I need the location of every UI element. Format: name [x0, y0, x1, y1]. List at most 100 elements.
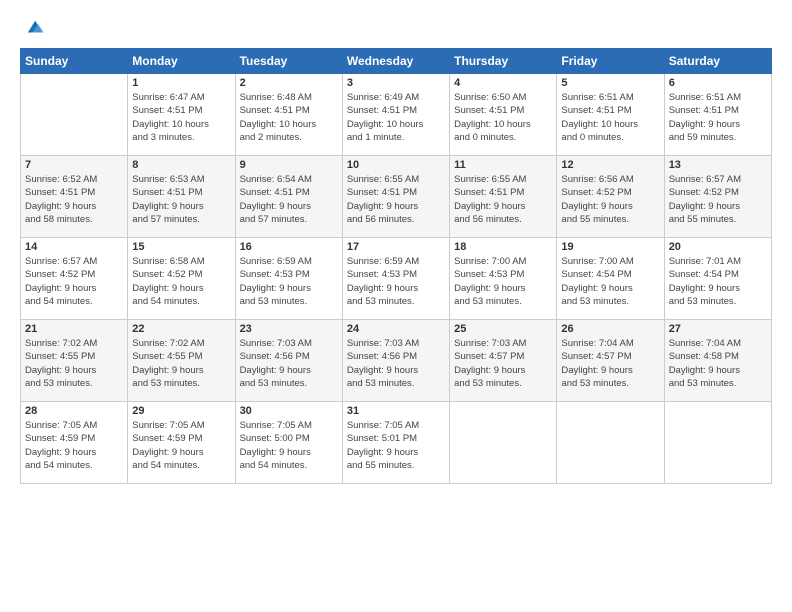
day-number: 7 — [25, 159, 123, 171]
day-info: Sunrise: 6:51 AM Sunset: 4:51 PM Dayligh… — [669, 91, 767, 144]
calendar-cell: 9 Sunrise: 6:54 AM Sunset: 4:51 PM Daylig… — [235, 156, 342, 238]
day-number: 24 — [347, 323, 445, 335]
calendar-header-row: SundayMondayTuesdayWednesdayThursdayFrid… — [21, 49, 772, 74]
day-number: 15 — [132, 241, 230, 253]
calendar-table: SundayMondayTuesdayWednesdayThursdayFrid… — [20, 48, 772, 484]
calendar-cell: 23 Sunrise: 7:03 AM Sunset: 4:56 PM Dayli… — [235, 320, 342, 402]
day-info: Sunrise: 7:05 AM Sunset: 4:59 PM Dayligh… — [132, 419, 230, 472]
calendar-cell: 10 Sunrise: 6:55 AM Sunset: 4:51 PM Dayli… — [342, 156, 449, 238]
day-info: Sunrise: 6:57 AM Sunset: 4:52 PM Dayligh… — [669, 173, 767, 226]
day-number: 28 — [25, 405, 123, 417]
calendar-header-cell-tuesday: Tuesday — [235, 49, 342, 74]
calendar-cell: 28Sunrise: 7:05 AM Sunset: 4:59 PM Dayli… — [21, 402, 128, 484]
calendar-week-row: 21 Sunrise: 7:02 AM Sunset: 4:55 PM Dayli… — [21, 320, 772, 402]
page: SundayMondayTuesdayWednesdayThursdayFrid… — [0, 0, 792, 612]
calendar-cell: 1Sunrise: 6:47 AM Sunset: 4:51 PM Daylig… — [128, 74, 235, 156]
day-info: Sunrise: 7:04 AM Sunset: 4:58 PM Dayligh… — [669, 337, 767, 390]
calendar-week-row: 28 Sunrise: 7:05 AM Sunset: 4:59 PM Dayli… — [21, 402, 772, 484]
day-number: 31 — [347, 405, 445, 417]
day-info: Sunrise: 6:56 AM Sunset: 4:52 PM Dayligh… — [561, 173, 659, 226]
logo — [20, 18, 44, 38]
calendar-cell: 30 Sunrise: 7:05 AM Sunset: 5:00 PM Dayli… — [235, 402, 342, 484]
day-info: Sunrise: 7:05 AM Sunset: 5:00 PM Dayligh… — [240, 419, 338, 472]
calendar-cell: 4 Sunrise: 6:50 AM Sunset: 4:51 PM Daylig… — [450, 74, 557, 156]
day-info: Sunrise: 7:04 AM Sunset: 4:57 PM Dayligh… — [561, 337, 659, 390]
day-info: Sunrise: 6:58 AM Sunset: 4:52 PM Dayligh… — [132, 255, 230, 308]
day-number: 2 — [240, 77, 338, 89]
day-info: Sunrise: 7:05 AM Sunset: 5:01 PM Dayligh… — [347, 419, 445, 472]
day-number: 25 — [454, 323, 552, 335]
calendar-cell: 27 Sunrise: 7:04 AM Sunset: 4:58 PM Dayli… — [664, 320, 771, 402]
day-number: 4 — [454, 77, 552, 89]
calendar-cell: 15 Sunrise: 6:58 AM Sunset: 4:52 PM Dayli… — [128, 238, 235, 320]
day-info: Sunrise: 7:02 AM Sunset: 4:55 PM Dayligh… — [132, 337, 230, 390]
day-info: Sunrise: 6:59 AM Sunset: 4:53 PM Dayligh… — [240, 255, 338, 308]
day-info: Sunrise: 7:00 AM Sunset: 4:53 PM Dayligh… — [454, 255, 552, 308]
day-number: 26 — [561, 323, 659, 335]
calendar-header-cell-sunday: Sunday — [21, 49, 128, 74]
calendar-cell: 22 Sunrise: 7:02 AM Sunset: 4:55 PM Dayli… — [128, 320, 235, 402]
day-info: Sunrise: 6:48 AM Sunset: 4:51 PM Dayligh… — [240, 91, 338, 144]
day-info: Sunrise: 6:57 AM Sunset: 4:52 PM Dayligh… — [25, 255, 123, 308]
day-number: 23 — [240, 323, 338, 335]
day-info: Sunrise: 6:54 AM Sunset: 4:51 PM Dayligh… — [240, 173, 338, 226]
calendar-week-row: 1Sunrise: 6:47 AM Sunset: 4:51 PM Daylig… — [21, 74, 772, 156]
calendar-week-row: 14 Sunrise: 6:57 AM Sunset: 4:52 PM Dayli… — [21, 238, 772, 320]
day-number: 8 — [132, 159, 230, 171]
calendar-header-cell-friday: Friday — [557, 49, 664, 74]
day-info: Sunrise: 7:02 AM Sunset: 4:55 PM Dayligh… — [25, 337, 123, 390]
day-number: 12 — [561, 159, 659, 171]
day-number: 13 — [669, 159, 767, 171]
day-info: Sunrise: 6:55 AM Sunset: 4:51 PM Dayligh… — [347, 173, 445, 226]
day-number: 21 — [25, 323, 123, 335]
calendar-cell — [557, 402, 664, 484]
day-number: 18 — [454, 241, 552, 253]
calendar-week-row: 7Sunrise: 6:52 AM Sunset: 4:51 PM Daylig… — [21, 156, 772, 238]
day-info: Sunrise: 6:53 AM Sunset: 4:51 PM Dayligh… — [132, 173, 230, 226]
calendar-cell: 2 Sunrise: 6:48 AM Sunset: 4:51 PM Daylig… — [235, 74, 342, 156]
day-number: 16 — [240, 241, 338, 253]
calendar-cell: 24Sunrise: 7:03 AM Sunset: 4:56 PM Dayli… — [342, 320, 449, 402]
calendar-cell — [21, 74, 128, 156]
calendar-cell: 8 Sunrise: 6:53 AM Sunset: 4:51 PM Daylig… — [128, 156, 235, 238]
calendar-header-cell-thursday: Thursday — [450, 49, 557, 74]
calendar-header-cell-monday: Monday — [128, 49, 235, 74]
calendar-cell: 11 Sunrise: 6:55 AM Sunset: 4:51 PM Dayli… — [450, 156, 557, 238]
calendar-cell: 26 Sunrise: 7:04 AM Sunset: 4:57 PM Dayli… — [557, 320, 664, 402]
calendar-cell: 6 Sunrise: 6:51 AM Sunset: 4:51 PM Daylig… — [664, 74, 771, 156]
calendar-cell: 20 Sunrise: 7:01 AM Sunset: 4:54 PM Dayli… — [664, 238, 771, 320]
day-number: 29 — [132, 405, 230, 417]
calendar-cell: 16 Sunrise: 6:59 AM Sunset: 4:53 PM Dayli… — [235, 238, 342, 320]
day-number: 27 — [669, 323, 767, 335]
logo-icon — [22, 16, 44, 38]
day-info: Sunrise: 6:59 AM Sunset: 4:53 PM Dayligh… — [347, 255, 445, 308]
day-number: 17 — [347, 241, 445, 253]
calendar-cell: 12 Sunrise: 6:56 AM Sunset: 4:52 PM Dayli… — [557, 156, 664, 238]
day-info: Sunrise: 6:49 AM Sunset: 4:51 PM Dayligh… — [347, 91, 445, 144]
calendar-cell: 18 Sunrise: 7:00 AM Sunset: 4:53 PM Dayli… — [450, 238, 557, 320]
calendar-cell: 14 Sunrise: 6:57 AM Sunset: 4:52 PM Dayli… — [21, 238, 128, 320]
day-number: 14 — [25, 241, 123, 253]
day-number: 20 — [669, 241, 767, 253]
day-info: Sunrise: 6:50 AM Sunset: 4:51 PM Dayligh… — [454, 91, 552, 144]
day-info: Sunrise: 7:01 AM Sunset: 4:54 PM Dayligh… — [669, 255, 767, 308]
calendar-cell: 3 Sunrise: 6:49 AM Sunset: 4:51 PM Daylig… — [342, 74, 449, 156]
calendar-cell: 5 Sunrise: 6:51 AM Sunset: 4:51 PM Daylig… — [557, 74, 664, 156]
day-info: Sunrise: 7:00 AM Sunset: 4:54 PM Dayligh… — [561, 255, 659, 308]
day-number: 10 — [347, 159, 445, 171]
calendar-header-cell-wednesday: Wednesday — [342, 49, 449, 74]
day-number: 6 — [669, 77, 767, 89]
day-number: 30 — [240, 405, 338, 417]
day-number: 11 — [454, 159, 552, 171]
day-number: 22 — [132, 323, 230, 335]
day-number: 19 — [561, 241, 659, 253]
day-number: 3 — [347, 77, 445, 89]
day-number: 9 — [240, 159, 338, 171]
day-number: 5 — [561, 77, 659, 89]
day-info: Sunrise: 6:51 AM Sunset: 4:51 PM Dayligh… — [561, 91, 659, 144]
calendar-cell — [664, 402, 771, 484]
day-info: Sunrise: 7:03 AM Sunset: 4:57 PM Dayligh… — [454, 337, 552, 390]
calendar-cell: 29 Sunrise: 7:05 AM Sunset: 4:59 PM Dayli… — [128, 402, 235, 484]
day-info: Sunrise: 7:03 AM Sunset: 4:56 PM Dayligh… — [240, 337, 338, 390]
day-info: Sunrise: 6:55 AM Sunset: 4:51 PM Dayligh… — [454, 173, 552, 226]
